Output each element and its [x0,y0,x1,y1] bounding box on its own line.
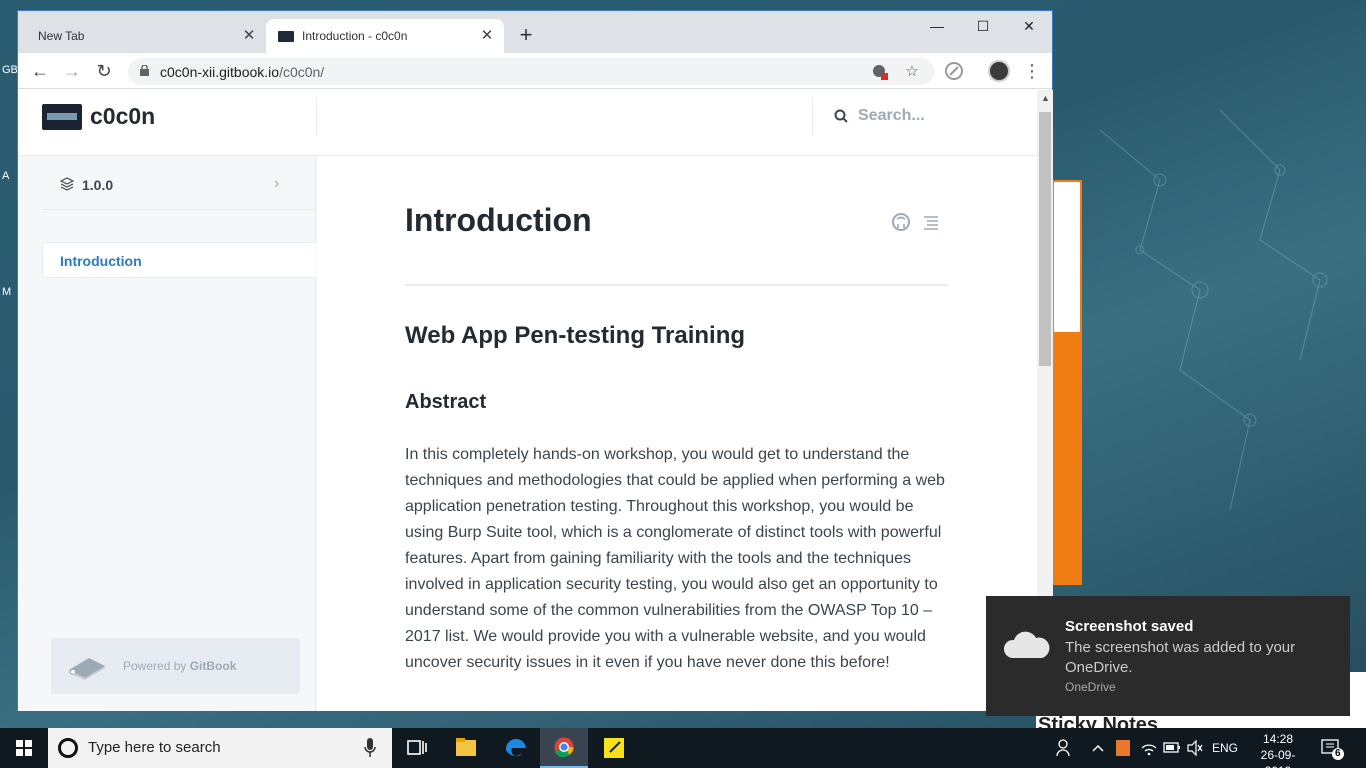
maximize-button[interactable]: ☐ [960,11,1006,41]
scrollbar-thumb[interactable] [1039,112,1051,366]
title-divider [405,284,948,286]
version-selector[interactable]: 1.0.0 › [42,166,316,210]
powered-brand: GitBook [189,659,237,673]
desktop-label: A [2,170,10,182]
header-divider [812,98,813,136]
page-title: Introduction [405,202,592,238]
gitbook-page: c0c0n Search... 1.0.0 › Introduction Pow… [18,90,1037,711]
close-window-button[interactable]: ✕ [1006,11,1052,41]
sticky-notes-icon[interactable] [590,728,638,768]
taskbar-clock[interactable]: 14:28 26-09-2019 [1252,731,1304,768]
reload-button[interactable]: ↻ [92,59,116,83]
action-center-icon[interactable]: 6 [1318,736,1346,760]
windows-start-icon[interactable] [0,728,48,768]
volume-muted-icon[interactable] [1186,728,1204,768]
background-window[interactable] [1052,180,1082,585]
chevron-right-icon: › [274,175,280,192]
url-host: c0c0n-xii.gitbook.io [160,64,280,80]
background-window-fill [1054,332,1080,583]
cookie-blocked-icon[interactable] [870,62,890,82]
browser-toolbar: ← → ↻ c0c0n-xii.gitbook.io/c0c0n/ ☆ ⋮ [18,53,1052,89]
github-icon[interactable] [891,212,911,232]
onedrive-cloud-icon [1003,631,1050,658]
desktop-wallpaper-art [1099,109,1328,511]
section-heading: Web App Pen-testing Training [405,322,746,349]
edge-browser-icon[interactable] [492,728,540,768]
powered-prefix: Powered by [123,659,190,673]
browser-menu-icon[interactable]: ⋮ [1020,59,1044,83]
address-bar[interactable]: c0c0n-xii.gitbook.io/c0c0n/ ☆ [128,58,934,85]
toast-title: Screenshot saved [1065,618,1194,635]
notification-toast[interactable]: Screenshot saved The screenshot was adde… [986,596,1350,716]
tab-title: Introduction - c0c0n [302,29,408,43]
taskbar-search[interactable]: Type here to search [48,728,392,768]
notification-icon [1321,739,1344,760]
space-logo[interactable] [42,104,82,130]
tray-app-icon[interactable] [1114,728,1132,768]
taskbar-search-placeholder: Type here to search [88,739,221,756]
people-icon[interactable] [1054,728,1074,768]
sidebar: 1.0.0 › Introduction Powered by GitBook [18,156,316,711]
tab-introduction[interactable]: Introduction - c0c0n ✕ [266,19,504,53]
subsection-heading: Abstract [405,391,487,413]
task-view-icon[interactable] [392,728,440,768]
url-path: /c0c0n/ [279,64,325,80]
favicon-icon [278,30,294,42]
chevron-up-icon[interactable] [1090,728,1106,768]
scroll-up-icon[interactable]: ▲ [1041,93,1050,103]
microphone-icon[interactable] [364,738,376,758]
toast-source: OneDrive [1065,680,1116,694]
file-explorer-icon[interactable] [442,728,490,768]
page-header: c0c0n Search... [18,90,1037,156]
sidebar-item-introduction[interactable]: Introduction [42,242,316,278]
desktop-label: GB [2,64,18,76]
clock-time: 14:28 [1262,732,1294,746]
forward-button[interactable]: → [60,59,84,83]
header-divider [316,98,317,136]
cortana-icon [58,738,78,758]
wifi-icon[interactable] [1140,728,1158,768]
taskbar: Type here to search ENG 14:28 26-09-2019 [0,728,1366,768]
profile-avatar[interactable] [988,60,1010,82]
browser-window: New Tab ✕ Introduction - c0c0n ✕ + — ☐ ✕… [17,10,1053,711]
sticky-notes-title: Sticky Notes [1038,714,1159,728]
abstract-paragraph: In this completely hands-on workshop, yo… [405,446,945,671]
new-tab-button[interactable]: + [514,24,538,48]
url-text: c0c0n-xii.gitbook.io/c0c0n/ [160,64,324,80]
search-icon[interactable] [834,109,848,123]
lock-icon [140,65,149,76]
table-of-contents-icon[interactable] [921,212,941,232]
space-title[interactable]: c0c0n [90,103,155,130]
powered-by-gitbook-link[interactable]: Powered by GitBook [51,638,300,694]
close-icon[interactable]: ✕ [478,27,496,45]
minimize-button[interactable]: — [914,11,960,41]
tab-new-tab[interactable]: New Tab ✕ [18,19,266,53]
bookmark-star-icon[interactable]: ☆ [902,62,922,82]
tab-strip: New Tab ✕ Introduction - c0c0n ✕ + — ☐ ✕ [18,11,1052,53]
tab-title: New Tab [38,29,85,43]
gitbook-logo-icon [69,658,105,680]
back-button[interactable]: ← [28,59,52,83]
toast-body: The screenshot was added to your OneDriv… [1065,639,1296,676]
close-icon[interactable]: ✕ [240,27,258,45]
search-input[interactable]: Search... [858,107,925,125]
desktop-icons-partial[interactable]: GB A M [0,60,18,320]
chrome-icon[interactable] [540,728,588,768]
version-label: 1.0.0 [82,177,114,193]
notification-count: 6 [1335,748,1341,759]
layers-icon [60,177,74,191]
desktop-label: M [2,286,12,298]
clock-date: 26-09-2019 [1260,748,1296,768]
article-content: Introduction Web App Pen-testing Trainin… [317,156,1037,711]
powered-by-text: Powered by GitBook [123,659,236,673]
sidebar-item-label: Introduction [60,253,142,269]
language-indicator[interactable]: ENG [1212,741,1238,757]
extension-icon[interactable] [942,59,966,83]
battery-icon[interactable] [1162,728,1182,768]
